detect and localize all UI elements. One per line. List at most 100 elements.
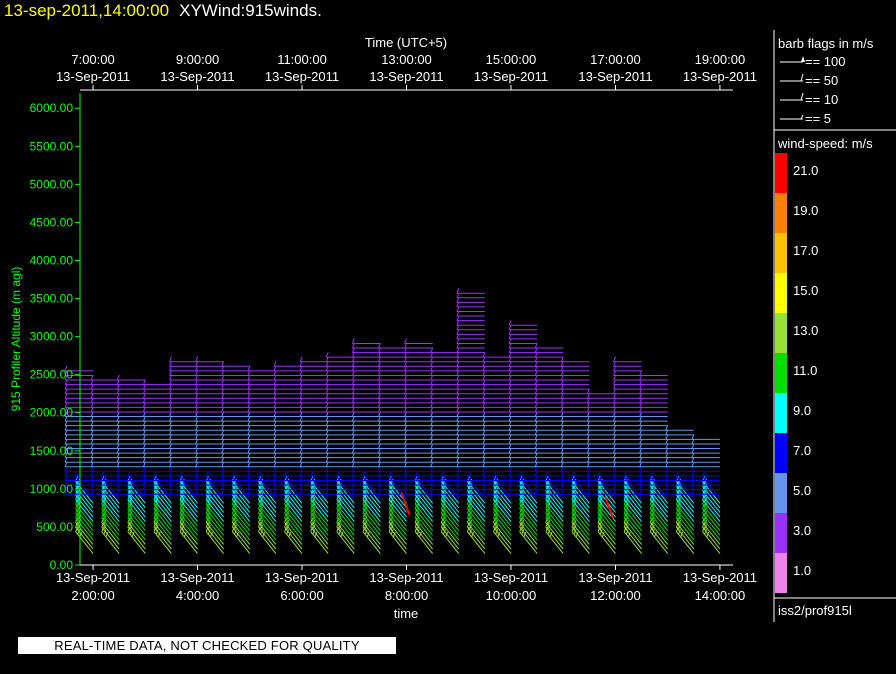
- wind-barb: [336, 526, 355, 550]
- y-tick-label: 2000.00: [30, 406, 74, 420]
- wind-barb: [519, 531, 538, 554]
- colorbar-label: 3.0: [793, 523, 811, 538]
- colorbar-swatch: [775, 553, 787, 593]
- wind-barb: [101, 531, 120, 554]
- barb-legend-label: == 100: [805, 54, 846, 69]
- wind-barb-flag: [195, 356, 199, 362]
- y-ticks: 0.00500.001000.001500.002000.002500.0030…: [30, 101, 80, 572]
- top-tick-time: 17:00:00: [590, 52, 641, 67]
- wind-barb: [493, 526, 512, 550]
- speed-legend-title: wind-speed: m/s: [777, 136, 873, 151]
- wind-barb-flag: [155, 474, 159, 480]
- x-tick-time: 6:00:00: [280, 588, 323, 603]
- wind-barb: [571, 531, 590, 554]
- barb-legend-label: == 10: [805, 92, 838, 107]
- top-tick-date: 13-Sep-2011: [160, 69, 234, 84]
- x-tick-date: 13-Sep-2011: [160, 570, 234, 585]
- y-tick-label: 5000.00: [30, 177, 74, 191]
- wind-barb: [101, 526, 120, 550]
- y-tick-label: 4000.00: [30, 253, 74, 267]
- y-tick-label: 3000.00: [30, 330, 74, 344]
- y-axis-label: 915 Profiler Altitude (m agl): [9, 267, 23, 412]
- wind-barb: [702, 531, 721, 554]
- colorbar-swatch: [775, 433, 787, 473]
- wind-barb: [336, 531, 355, 554]
- wind-barb: [414, 526, 434, 550]
- barb-flag-icon: [800, 73, 804, 82]
- wind-barb-flag: [651, 474, 655, 480]
- top-tick-time: 15:00:00: [486, 52, 537, 67]
- top-tick-date: 13-Sep-2011: [56, 69, 130, 84]
- wind-barb-flag: [613, 356, 617, 362]
- barb-flag-icon: [800, 92, 804, 101]
- x-tick-time: 4:00:00: [176, 588, 219, 603]
- x-tick-date: 13-Sep-2011: [369, 570, 443, 585]
- y-tick-label: 3500.00: [30, 292, 74, 306]
- wind-barb: [467, 531, 486, 554]
- x-tick-date: 13-Sep-2011: [578, 570, 652, 585]
- wind-barb: [414, 531, 434, 554]
- y-tick-label: 1000.00: [30, 482, 74, 496]
- wind-barb: [467, 526, 486, 550]
- x-axis-label: time: [394, 606, 419, 621]
- barb-legend-label: == 5: [805, 111, 831, 126]
- barb-legend-label: == 50: [805, 73, 838, 88]
- colorbar-label: 7.0: [793, 443, 811, 458]
- colorbar-label: 5.0: [793, 483, 811, 498]
- wind-barb: [676, 526, 695, 550]
- top-tick-date: 13-Sep-2011: [369, 69, 443, 84]
- wind-barb: [597, 531, 616, 554]
- barb-legend: == 100 == 50 == 10 == 5: [780, 54, 846, 126]
- top-tick-time: 19:00:00: [695, 52, 746, 67]
- colorbar-label: 9.0: [793, 403, 811, 418]
- wind-barb-flag: [273, 361, 277, 367]
- wind-barb: [231, 531, 251, 554]
- wind-barb-flag: [129, 474, 133, 480]
- wind-barb-flag: [351, 338, 355, 344]
- colorbar-swatch: [775, 473, 787, 513]
- wind-barb: [597, 526, 616, 550]
- wind-barb: [649, 531, 669, 554]
- wind-barb: [179, 526, 198, 550]
- wind-barb: [649, 526, 669, 550]
- wind-barb: [440, 531, 460, 554]
- wind-barb: [545, 526, 564, 550]
- wind-barb: [623, 531, 642, 554]
- wind-barb: [388, 531, 407, 554]
- colorbar-label: 19.0: [793, 203, 818, 218]
- colorbar-label: 17.0: [793, 243, 818, 258]
- y-tick-label: 6000.00: [30, 101, 74, 115]
- wind-barb: [623, 526, 642, 550]
- wind-barb-flag: [286, 474, 290, 480]
- top-tick-time: 11:00:00: [277, 52, 327, 67]
- wind-barb-flag: [390, 474, 394, 480]
- wind-barb: [127, 531, 146, 554]
- y-tick-label: 5500.00: [30, 139, 74, 153]
- wind-barb: [179, 531, 198, 554]
- wind-barb: [284, 526, 303, 550]
- barb-legend-title: barb flags in m/s: [778, 36, 874, 51]
- x-tick-date: 13-Sep-2011: [56, 570, 130, 585]
- data-source: iss2/prof915l: [778, 603, 852, 618]
- wind-barb: [545, 531, 564, 554]
- speed-colorbar: 21.0 19.0 17.0 15.0 13.0 11.0 9.0 7.0 5.0 3.0 1.0: [775, 153, 818, 593]
- wind-barb: [310, 531, 329, 554]
- wind-barb-flag: [495, 474, 499, 480]
- wind-barb-flag: [456, 288, 460, 294]
- wind-barb-flag: [338, 474, 342, 480]
- top-ticks: 7:00:00 13-Sep-2011 9:00:00 13-Sep-2011 11:0…: [56, 52, 757, 90]
- wind-barb: [284, 531, 303, 554]
- legend-panel: barb flags in m/s == 100 == 50 == 10 == 5 w…: [773, 30, 896, 622]
- wind-barb: [362, 526, 381, 550]
- wind-barb: [702, 526, 721, 550]
- wind-barb: [205, 526, 225, 550]
- wind-barb: [388, 526, 407, 550]
- quality-warning-banner: REAL-TIME DATA, NOT CHECKED FOR QUALITY: [18, 637, 396, 654]
- wind-barb: [676, 531, 695, 554]
- wind-barb: [258, 531, 277, 554]
- wind-barb-flag: [704, 474, 708, 480]
- wind-barb-flag: [678, 474, 681, 480]
- wind-barb: [153, 526, 172, 550]
- wind-barb-flag: [404, 338, 408, 344]
- x-tick-time: 12:00:00: [590, 588, 641, 603]
